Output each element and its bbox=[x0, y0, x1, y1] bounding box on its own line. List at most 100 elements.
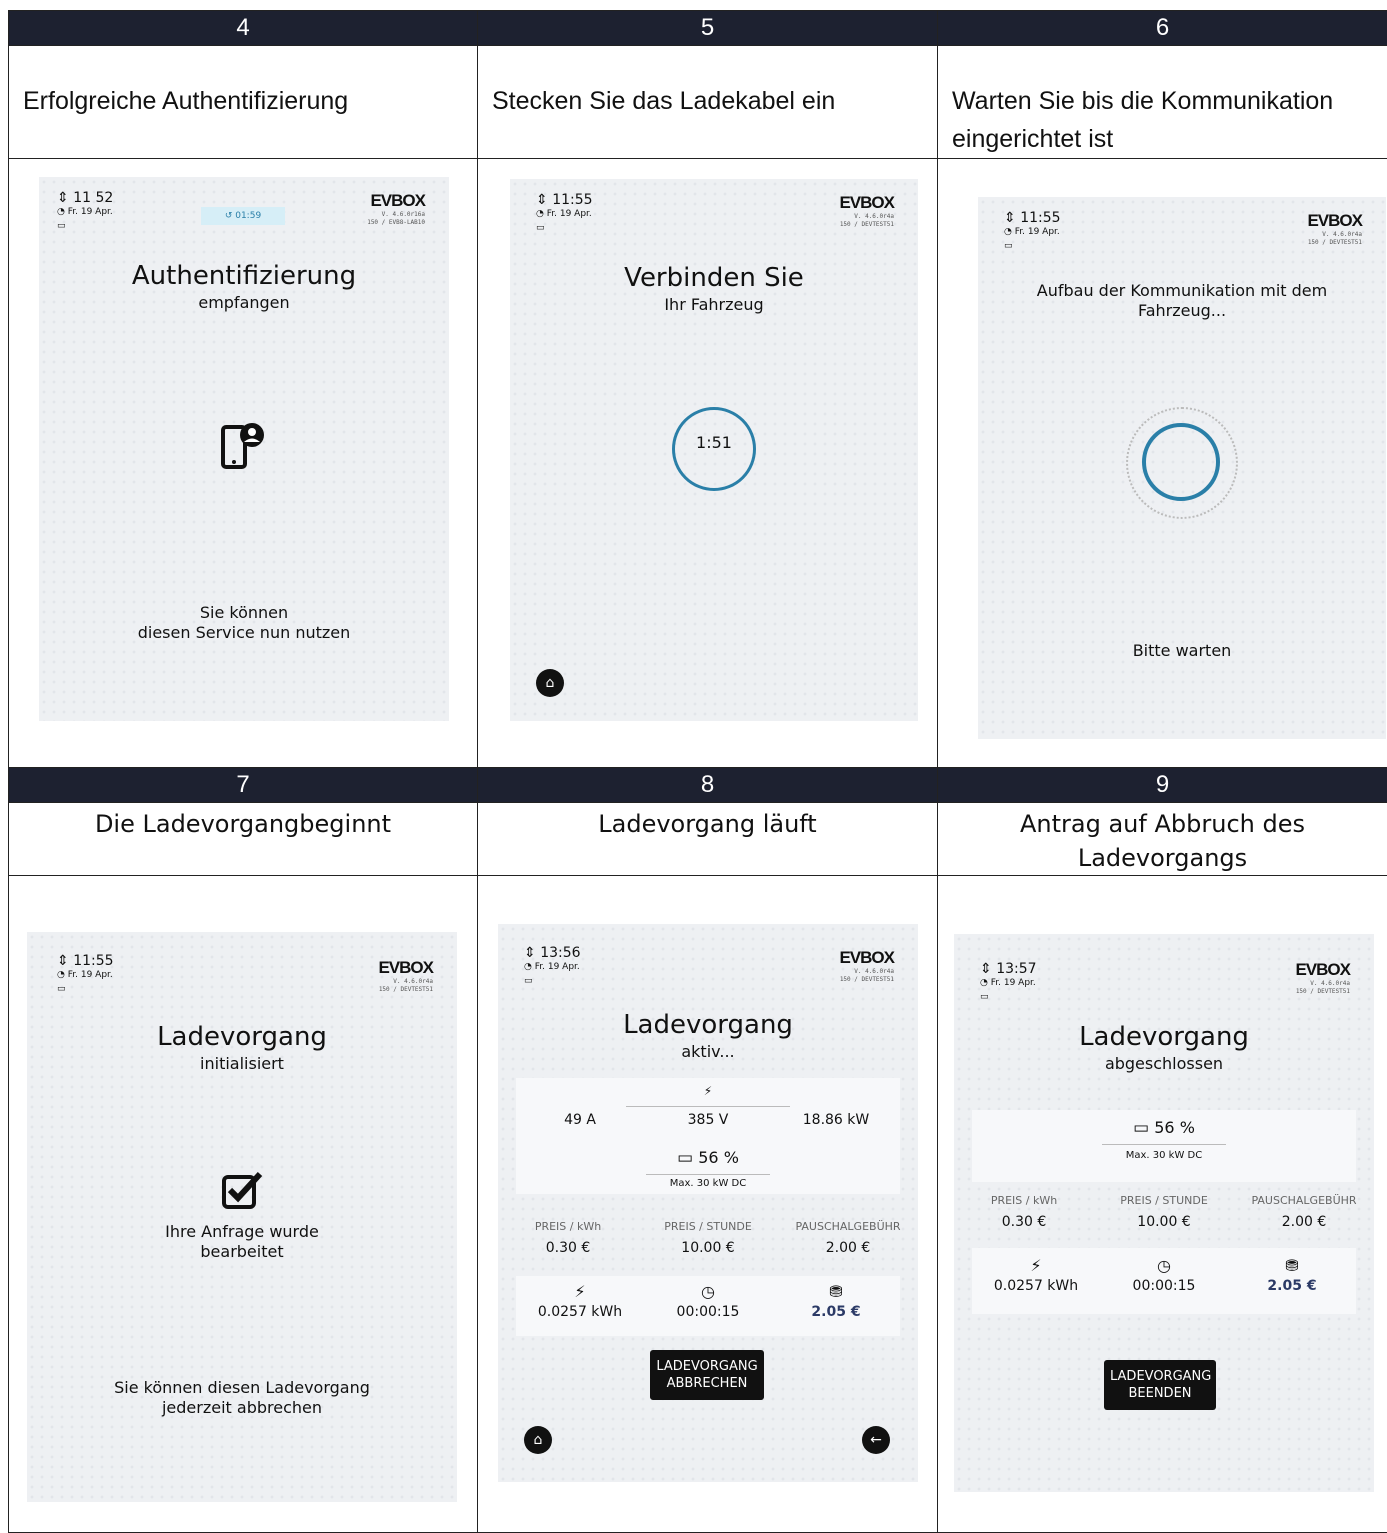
step-number: 4 bbox=[8, 10, 478, 46]
version: V. 4.6.0r4a bbox=[854, 968, 894, 975]
screen-title: Ladevorgang bbox=[157, 1022, 327, 1052]
max-power: Max. 30 kW DC bbox=[669, 1178, 747, 1189]
screen-subtitle: Ihr Fahrzeug bbox=[664, 295, 764, 314]
screen-subtitle: empfangen bbox=[198, 293, 290, 312]
step-description: Erfolgreiche Authentifizierung bbox=[8, 45, 478, 159]
date: Fr. 19 Apr. bbox=[67, 207, 113, 217]
wifi-icon: ◔ bbox=[980, 978, 988, 988]
step-description: Stecken Sie das Ladekabel ein bbox=[477, 45, 938, 159]
charger-screen: ⇕ 11 52 ◔ Fr. 19 Apr. ▭ ↺ 01:59 EVBOX V.… bbox=[39, 177, 449, 721]
screen-subtitle: aktiv... bbox=[681, 1042, 735, 1061]
price-hour-label: PREIS / STUNDE bbox=[1120, 1194, 1208, 1207]
wifi-icon: ◔ bbox=[57, 970, 65, 980]
battery-icon: ▭ bbox=[677, 1148, 694, 1168]
clock: 11:55 bbox=[73, 953, 114, 969]
lightning-icon: ⚡ bbox=[703, 1084, 713, 1098]
signal-icon: ⇕ bbox=[57, 190, 69, 206]
price-kwh-value: 0.30 € bbox=[1001, 1214, 1047, 1230]
divider bbox=[646, 1174, 770, 1175]
price-hour-label: PREIS / STUNDE bbox=[664, 1220, 752, 1233]
step-description: Die Ladevorgangbeginnt bbox=[8, 802, 478, 876]
charger-screen: ⇕ 11:55 ◔ Fr. 19 Apr. ▭ EVBOX V. 4.6.0r4… bbox=[510, 179, 918, 721]
price-kwh-label: PREIS / kWh bbox=[990, 1194, 1058, 1207]
current-value: 49 A bbox=[564, 1112, 596, 1128]
cost-value: 2.05 € bbox=[1267, 1278, 1317, 1294]
session-icons: ⚡ ◷ ⛃ bbox=[516, 1282, 900, 1301]
tariff-labels: PREIS / kWh PREIS / STUNDE PAUSCHALGEBÜH… bbox=[498, 1220, 918, 1233]
steps-table: 4 5 6 Erfolgreiche Authentifizierung Ste… bbox=[8, 10, 1387, 1533]
tariff-values: 0.30 € 10.00 € 2.00 € bbox=[954, 1214, 1374, 1230]
signal-icon: ⇕ bbox=[980, 961, 992, 977]
max-power: Max. 30 kW DC bbox=[1125, 1150, 1203, 1161]
screenshot-row: ⇕ 11:55 ◔ Fr. 19 Apr. ▭ EVBOX V. 4.6.0r4… bbox=[8, 875, 1387, 1533]
home-button[interactable]: ⌂ bbox=[524, 1426, 552, 1454]
station-id: 150 / DEVTEST51 bbox=[1307, 239, 1362, 246]
coins-icon: ⛃ bbox=[829, 1282, 843, 1301]
version: V. 4.6.0r4a bbox=[393, 978, 433, 985]
step-number-row: 4 5 6 bbox=[8, 10, 1387, 46]
price-kwh-value: 0.30 € bbox=[545, 1240, 591, 1256]
version: V. 4.6.0r4a bbox=[854, 213, 894, 220]
status-bar: ⇕ 11:55 ◔ Fr. 19 Apr. ▭ bbox=[57, 954, 114, 996]
screen-title: Ladevorgang bbox=[623, 1010, 793, 1040]
tariff-labels: PREIS / kWh PREIS / STUNDE PAUSCHALGEBÜH… bbox=[954, 1194, 1374, 1207]
screen-message: Sie können diesen Service nun nutzen bbox=[39, 603, 449, 643]
message-line: Sie können diesen Ladevorgang bbox=[114, 1378, 370, 1397]
power-value: 18.86 kW bbox=[802, 1112, 870, 1128]
step-description-row: Erfolgreiche Authentifizierung Stecken S… bbox=[8, 45, 1387, 159]
card-icon: ▭ bbox=[980, 992, 989, 1002]
tariff-values: 0.30 € 10.00 € 2.00 € bbox=[498, 1240, 918, 1256]
date: Fr. 19 Apr. bbox=[990, 978, 1036, 988]
screen-subtitle: initialisiert bbox=[200, 1054, 284, 1073]
evbox-logo: EVBOX V. 4.6.0r4a 150 / DEVTEST51 bbox=[839, 193, 895, 229]
timeout-value: 01:59 bbox=[235, 211, 262, 221]
duration-value: 00:00:15 bbox=[1132, 1278, 1196, 1294]
home-icon: ⌂ bbox=[545, 675, 555, 691]
session-values: 0.0257 kWh 00:00:15 2.05 € bbox=[972, 1278, 1356, 1294]
charger-screen: ⇕ 13:57 ◔ Fr. 19 Apr. ▭ EVBOX V. 4.6.0r4… bbox=[954, 934, 1374, 1492]
status-bar: ⇕ 13:56 ◔ Fr. 19 Apr. ▭ bbox=[524, 946, 581, 988]
date: Fr. 19 Apr. bbox=[1014, 227, 1060, 237]
soc-value: 56 % bbox=[698, 1148, 739, 1167]
card-icon: ▭ bbox=[536, 223, 545, 233]
evbox-logo: EVBOX V. 4.6.0r4a 150 / DEVTEST51 bbox=[378, 958, 434, 994]
step-description: Ladevorgang läuft bbox=[477, 802, 938, 876]
title-line: Aufbau der Kommunikation mit dem bbox=[1036, 281, 1328, 300]
wifi-icon: ◔ bbox=[1004, 227, 1012, 237]
card-icon: ▭ bbox=[57, 984, 66, 994]
session-values: 0.0257 kWh 00:00:15 2.05 € bbox=[516, 1304, 900, 1320]
screen-message: Bitte warten bbox=[1132, 641, 1232, 660]
evbox-logo: EVBOX V. 4.6.0r4a 150 / DEVTEST51 bbox=[839, 948, 895, 984]
end-charging-button[interactable]: LADEVORGANG BEENDEN bbox=[1104, 1360, 1216, 1410]
screen-message: Ihre Anfrage wurde bearbeitet bbox=[27, 1222, 457, 1262]
charger-screen: ⇕ 13:56 ◔ Fr. 19 Apr. ▭ EVBOX V. 4.6.0r4… bbox=[498, 924, 918, 1482]
price-hour-value: 10.00 € bbox=[681, 1240, 735, 1256]
message-line: jederzeit abbrechen bbox=[161, 1398, 323, 1417]
home-icon: ⌂ bbox=[533, 1432, 543, 1448]
signal-icon: ⇕ bbox=[1004, 210, 1016, 226]
phone-user-icon bbox=[221, 423, 264, 469]
home-button[interactable]: ⌂ bbox=[536, 669, 564, 697]
duration-value: 00:00:15 bbox=[676, 1304, 740, 1320]
clock: 11:55 bbox=[1020, 210, 1061, 226]
step-description-row: Die Ladevorgangbeginnt Ladevorgang läuft… bbox=[8, 802, 1387, 876]
wifi-icon: ◔ bbox=[536, 209, 544, 219]
soc-row: ▭ 56 % bbox=[972, 1118, 1356, 1138]
card-icon: ▭ bbox=[1004, 241, 1013, 251]
signal-icon: ⇕ bbox=[524, 945, 536, 961]
screen-title: Ladevorgang bbox=[1079, 1022, 1249, 1052]
station-id: 150 / EVB8-LAB10 bbox=[367, 219, 425, 226]
cancel-charging-button[interactable]: LADEVORGANG ABBRECHEN bbox=[650, 1350, 764, 1400]
screenshot-cell: ⇕ 11:55 ◔ Fr. 19 Apr. ▭ EVBOX V. 4.6.0r4… bbox=[477, 158, 938, 768]
step-number-row: 7 8 9 bbox=[8, 767, 1387, 803]
step-number: 9 bbox=[937, 767, 1387, 803]
step-description: Antrag auf Abbruch des Ladevorgangs bbox=[937, 802, 1387, 876]
card-icon: ▭ bbox=[57, 221, 66, 231]
soc-row: ▭ 56 % bbox=[516, 1148, 900, 1168]
date: Fr. 19 Apr. bbox=[546, 209, 592, 219]
lightning-icon: ⚡ bbox=[574, 1282, 586, 1301]
charger-screen: ⇕ 11:55 ◔ Fr. 19 Apr. ▭ EVBOX V. 4.6.0r4… bbox=[978, 197, 1386, 739]
step-number: 7 bbox=[8, 767, 478, 803]
station-id: 150 / DEVTEST51 bbox=[839, 976, 894, 983]
back-button[interactable]: ← bbox=[862, 1426, 890, 1454]
